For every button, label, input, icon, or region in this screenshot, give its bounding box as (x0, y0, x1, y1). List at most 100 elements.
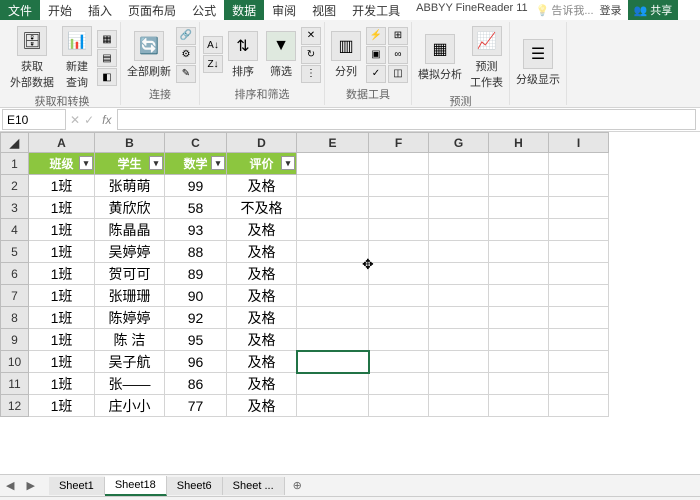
cell[interactable]: 及格 (227, 329, 297, 351)
row-header[interactable]: 3 (1, 197, 29, 219)
filter-dropdown-icon[interactable]: ▾ (281, 156, 295, 170)
cell[interactable]: 89 (165, 263, 227, 285)
table-row[interactable]: 91班陈 洁95及格 (1, 329, 609, 351)
cell[interactable]: 贺可可 (95, 263, 165, 285)
sheet-tab[interactable]: Sheet18 (105, 476, 167, 496)
share-button[interactable]: 👥 共享 (628, 0, 679, 20)
table-row[interactable]: 101班吴子航96及格 (1, 351, 609, 373)
cell[interactable]: 不及格 (227, 197, 297, 219)
cell[interactable]: 陈晶晶 (95, 219, 165, 241)
cell[interactable]: 58 (165, 197, 227, 219)
cell[interactable]: 86 (165, 373, 227, 395)
cell[interactable]: 1班 (29, 219, 95, 241)
tab-formulas[interactable]: 公式 (184, 0, 224, 20)
table-row[interactable]: 31班黄欣欣58不及格 (1, 197, 609, 219)
table-row[interactable]: 121班庄小小77及格 (1, 395, 609, 417)
data-validation-button[interactable]: ✓ (366, 65, 386, 83)
prev-sheet-button[interactable]: ◀ (0, 479, 20, 492)
cell[interactable]: 95 (165, 329, 227, 351)
cell[interactable] (297, 241, 369, 263)
col-header-A[interactable]: A (29, 133, 95, 153)
cell[interactable]: 及格 (227, 219, 297, 241)
enter-formula-icon[interactable]: ✓ (82, 113, 96, 127)
reapply-button[interactable]: ↻ (301, 46, 321, 64)
tab-layout[interactable]: 页面布局 (120, 0, 184, 20)
edit-links-button[interactable]: ✎ (176, 65, 196, 83)
cell[interactable] (297, 285, 369, 307)
table-row[interactable]: 111班张——86及格 (1, 373, 609, 395)
filter-dropdown-icon[interactable]: ▾ (79, 156, 93, 170)
tab-insert[interactable]: 插入 (80, 0, 120, 20)
cell[interactable]: 及格 (227, 175, 297, 197)
tab-file[interactable]: 文件 (0, 0, 40, 20)
clear-filter-button[interactable]: ✕ (301, 27, 321, 45)
cell[interactable]: 及格 (227, 395, 297, 417)
col-header-H[interactable]: H (489, 133, 549, 153)
cell[interactable]: 88 (165, 241, 227, 263)
tab-review[interactable]: 审阅 (264, 0, 304, 20)
cell[interactable] (297, 329, 369, 351)
cell[interactable]: 黄欣欣 (95, 197, 165, 219)
cell[interactable]: 及格 (227, 307, 297, 329)
row-header[interactable]: 11 (1, 373, 29, 395)
cell[interactable]: 77 (165, 395, 227, 417)
cell[interactable]: 99 (165, 175, 227, 197)
cell[interactable]: 1班 (29, 351, 95, 373)
outline-button[interactable]: ☰分级显示 (513, 37, 563, 89)
cell[interactable]: 1班 (29, 395, 95, 417)
cell[interactable]: 及格 (227, 241, 297, 263)
cell[interactable] (297, 395, 369, 417)
tab-abbyy[interactable]: ABBYY FineReader 11 (408, 0, 536, 20)
cell[interactable] (297, 175, 369, 197)
cell[interactable]: 及格 (227, 351, 297, 373)
properties-button[interactable]: ⚙ (176, 46, 196, 64)
show-queries-button[interactable]: ▦ (97, 30, 117, 48)
cell[interactable] (297, 197, 369, 219)
new-query-button[interactable]: 📊新建 查询 (59, 24, 95, 92)
cancel-formula-icon[interactable]: ✕ (68, 113, 82, 127)
cell[interactable]: 张—— (95, 373, 165, 395)
manage-data-model-button[interactable]: ◫ (388, 65, 408, 83)
cell[interactable]: 1班 (29, 329, 95, 351)
recent-sources-button[interactable]: ◧ (97, 68, 117, 86)
cell[interactable] (297, 373, 369, 395)
row-header[interactable]: 1 (1, 153, 29, 175)
row-header[interactable]: 6 (1, 263, 29, 285)
row-header[interactable]: 8 (1, 307, 29, 329)
text-to-columns-button[interactable]: ▥分列 (328, 29, 364, 81)
filter-dropdown-icon[interactable]: ▾ (211, 156, 225, 170)
col-header-I[interactable]: I (549, 133, 609, 153)
cell[interactable]: 庄小小 (95, 395, 165, 417)
cell[interactable]: 1班 (29, 197, 95, 219)
cell[interactable]: 96 (165, 351, 227, 373)
table-row[interactable]: 41班陈晶晶93及格 (1, 219, 609, 241)
row-header[interactable]: 5 (1, 241, 29, 263)
sort-za-button[interactable]: Z↓ (203, 55, 223, 73)
sheet-tab[interactable]: Sheet1 (49, 477, 105, 495)
cell[interactable]: 张珊珊 (95, 285, 165, 307)
sheet-tab[interactable]: Sheet6 (167, 477, 223, 495)
tab-data[interactable]: 数据 (224, 0, 264, 20)
cell[interactable]: 1班 (29, 373, 95, 395)
connections-button[interactable]: 🔗 (176, 27, 196, 45)
cell[interactable]: 吴婷婷 (95, 241, 165, 263)
col-header-D[interactable]: D (227, 133, 297, 153)
row-header[interactable]: 2 (1, 175, 29, 197)
refresh-all-button[interactable]: 🔄全部刷新 (124, 29, 174, 81)
cell[interactable] (297, 351, 369, 373)
name-box[interactable]: E10 (2, 109, 66, 130)
spreadsheet-grid[interactable]: ◢ A B C D E F G H I 1 班级▾ 学生▾ 数学▾ 评价▾ 21… (0, 132, 609, 417)
row-header[interactable]: 10 (1, 351, 29, 373)
cell[interactable]: 陈 洁 (95, 329, 165, 351)
cell[interactable] (297, 263, 369, 285)
table-header-math[interactable]: 数学▾ (165, 153, 227, 175)
cell[interactable]: 吴子航 (95, 351, 165, 373)
cell[interactable] (297, 219, 369, 241)
table-header-eval[interactable]: 评价▾ (227, 153, 297, 175)
filter-dropdown-icon[interactable]: ▾ (149, 156, 163, 170)
flash-fill-button[interactable]: ⚡ (366, 27, 386, 45)
cell[interactable]: 陈婷婷 (95, 307, 165, 329)
row-header[interactable]: 12 (1, 395, 29, 417)
filter-button[interactable]: ▼筛选 (263, 29, 299, 81)
get-external-data-button[interactable]: 🗄获取 外部数据 (7, 24, 57, 92)
